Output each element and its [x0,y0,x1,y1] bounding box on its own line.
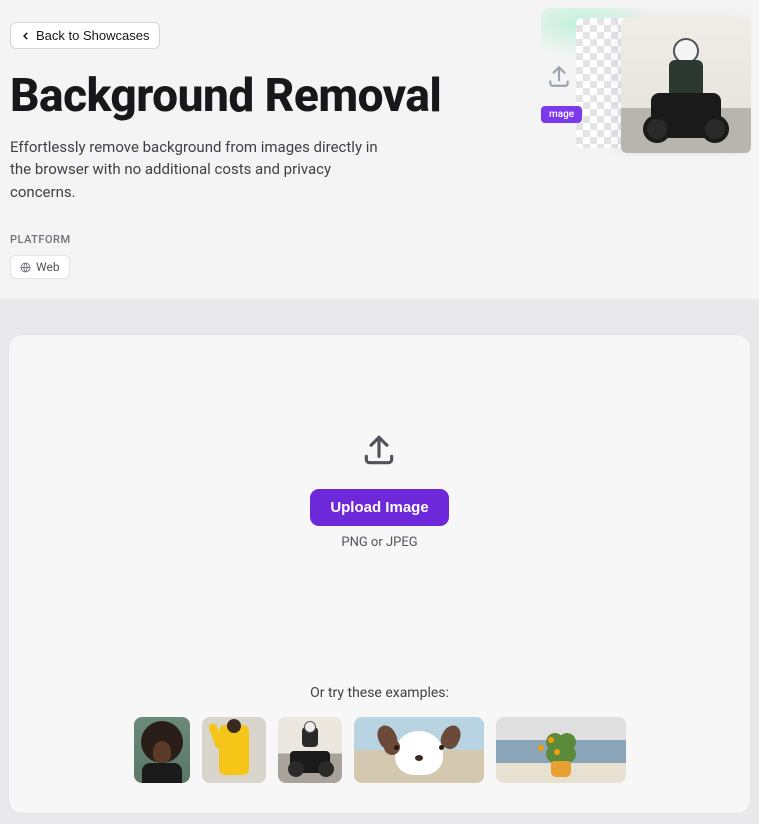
hero-badge: mage [541,106,582,123]
showcase-header: Back to Showcases Background Removal Eff… [0,0,759,299]
example-thumb-yellow-outfit[interactable] [202,717,266,783]
examples-label: Or try these examples: [134,685,626,701]
platform-section-label: PLATFORM [10,233,749,246]
hero-sample-motorcycle [621,18,751,153]
upload-icon [360,431,398,473]
chevron-left-icon [21,31,31,41]
hero-illustration: mage [541,8,751,156]
page-description: Effortlessly remove background from imag… [10,136,400,204]
example-thumbnails-row [134,717,626,783]
platform-chip-web[interactable]: Web [10,255,70,279]
example-thumb-motorcycle[interactable] [278,717,342,783]
upload-dropzone[interactable]: Upload Image PNG or JPEG [310,385,448,595]
back-to-showcases-button[interactable]: Back to Showcases [10,22,160,49]
example-thumb-dog[interactable] [354,717,484,783]
back-label: Back to Showcases [36,28,149,43]
examples-section: Or try these examples: [134,685,626,783]
upload-image-button[interactable]: Upload Image [310,489,448,526]
upload-icon [546,63,572,93]
platform-chip-label: Web [36,260,60,274]
platform-section: PLATFORM Web [10,233,749,279]
main-area: Upload Image PNG or JPEG Or try these ex… [0,299,759,824]
upload-hint: PNG or JPEG [341,535,417,550]
upload-panel: Upload Image PNG or JPEG Or try these ex… [8,334,751,814]
example-thumb-plant[interactable] [496,717,626,783]
example-thumb-portrait[interactable] [134,717,190,783]
globe-icon [20,262,31,273]
